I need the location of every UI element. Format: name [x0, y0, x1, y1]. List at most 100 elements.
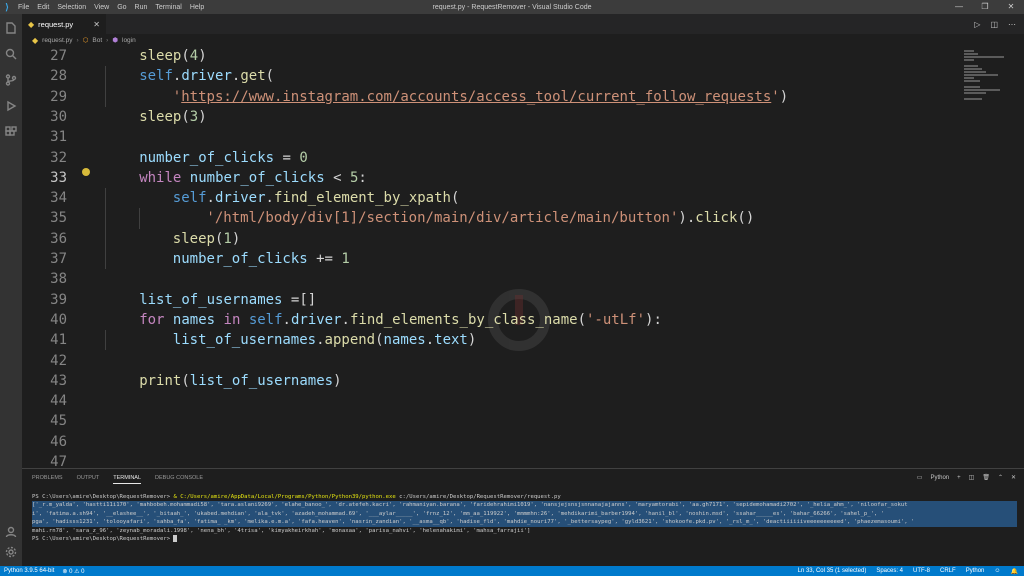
code-text: list_of_usernames =[]	[139, 291, 317, 308]
python-interpreter[interactable]: Python 3.9.5 64-bit	[4, 568, 54, 575]
menu-go[interactable]: Go	[117, 4, 126, 11]
more-actions-icon[interactable]: ⋯	[1008, 20, 1016, 29]
line-number: 29	[50, 88, 67, 105]
code-line[interactable]: 29 'https://www.instagram.com/accounts/ac…	[22, 87, 954, 107]
code-line[interactable]: 32 number_of_clicks = 0	[22, 148, 954, 168]
code-line[interactable]: 36 sleep(1)	[22, 229, 954, 249]
code-line[interactable]: 35 '/html/body/div[1]/section/main/div/ar…	[22, 208, 954, 228]
tab-problems[interactable]: PROBLEMS	[32, 475, 63, 484]
tab-request-py[interactable]: ◆ request.py ✕	[22, 14, 106, 34]
search-icon[interactable]	[3, 46, 19, 62]
terminal-output[interactable]: PS C:\Users\amire\Desktop\RequestRemover…	[32, 493, 1017, 543]
chevron-up-icon[interactable]: ⌃	[998, 474, 1003, 481]
settings-gear-icon[interactable]	[3, 544, 19, 560]
tab-close-icon[interactable]: ✕	[93, 20, 100, 29]
breadcrumb-class[interactable]: Bot	[92, 37, 102, 44]
python-file-icon: ◆	[32, 35, 39, 45]
code-line[interactable]: 38	[22, 269, 954, 289]
split-terminal-icon[interactable]: ◫	[969, 474, 975, 481]
code-line[interactable]: 44	[22, 391, 954, 411]
line-number: 32	[50, 149, 67, 166]
code-line[interactable]: 31	[22, 127, 954, 147]
vscode-logo-icon: ⟩	[5, 1, 9, 12]
menu-help[interactable]: Help	[190, 4, 204, 11]
line-number: 40	[50, 311, 67, 328]
code-editor[interactable]: 27 sleep(4) 28 self.driver.get(29 'https://w…	[22, 46, 954, 468]
code-line[interactable]: 27 sleep(4)	[22, 46, 954, 66]
close-window-button[interactable]: ✕	[998, 0, 1024, 14]
problems-count[interactable]: ⊗ 0 ⚠ 0	[62, 568, 84, 575]
breadcrumb-file[interactable]: request.py	[42, 37, 72, 44]
code-line[interactable]: 47	[22, 452, 954, 468]
tab-terminal[interactable]: TERMINAL	[113, 475, 142, 484]
code-line[interactable]: 43 print(list_of_usernames)	[22, 371, 954, 391]
tab-output[interactable]: OUTPUT	[77, 475, 100, 484]
code-line[interactable]: 28 self.driver.get(	[22, 66, 954, 86]
indent-guide	[105, 330, 106, 351]
line-ending[interactable]: CRLF	[940, 568, 956, 575]
minimap[interactable]	[954, 46, 1024, 468]
terminal-output-line: i', 'fatima.a.sh94', '__elashee__', '_bi…	[32, 509, 1017, 519]
terminal-shell-label[interactable]: Python	[930, 475, 949, 481]
code-text: number_of_clicks += 1	[172, 251, 350, 267]
line-number: 37	[50, 251, 67, 267]
split-editor-icon[interactable]: ◫	[990, 20, 998, 29]
line-number: 47	[50, 454, 67, 468]
line-number: 45	[50, 413, 67, 430]
bottom-panel: PROBLEMS OUTPUT TERMINAL DEBUG CONSOLE ▭…	[22, 468, 1024, 564]
line-number: 46	[50, 433, 67, 450]
language-mode[interactable]: Python	[966, 568, 985, 575]
maximize-button[interactable]: ❐	[972, 0, 998, 14]
code-line[interactable]: 33 while number_of_clicks < 5:	[22, 168, 954, 188]
run-debug-icon[interactable]	[3, 98, 19, 114]
code-line[interactable]: 30 sleep(3)	[22, 107, 954, 127]
menu-file[interactable]: File	[18, 4, 29, 11]
extensions-icon[interactable]	[3, 124, 19, 140]
code-line[interactable]: 37 number_of_clicks += 1	[22, 249, 954, 269]
line-number: 44	[50, 393, 67, 410]
menu-terminal[interactable]: Terminal	[155, 4, 181, 11]
account-icon[interactable]	[3, 524, 19, 540]
minimize-button[interactable]: —	[946, 0, 972, 14]
line-number: 28	[50, 68, 67, 85]
minimap-line	[964, 65, 978, 67]
code-line[interactable]: 46	[22, 432, 954, 452]
minimap-line	[964, 50, 974, 52]
minimap-line	[964, 71, 986, 73]
code-line[interactable]: 39 list_of_usernames =[]	[22, 290, 954, 310]
line-number: 39	[50, 291, 67, 308]
code-text: sleep(4)	[139, 48, 207, 64]
code-line[interactable]: 42	[22, 351, 954, 371]
menu-selection[interactable]: Selection	[57, 4, 86, 11]
tab-debug-console[interactable]: DEBUG CONSOLE	[155, 475, 203, 484]
menu-edit[interactable]: Edit	[37, 4, 49, 11]
code-line[interactable]: 40 for names in self.driver.find_elements…	[22, 310, 954, 330]
terminal-output-line: mahi.rn78', 'sara_z_96', 'zeynab_moradal…	[32, 527, 531, 534]
terminal-output-line: ['_r.m_yalda', 'hastti11i170', 'mahbobeh…	[32, 501, 1017, 510]
indentation[interactable]: Spaces: 4	[876, 568, 903, 575]
activity-bar	[0, 14, 22, 566]
code-line[interactable]: 45	[22, 411, 954, 431]
close-panel-icon[interactable]: ✕	[1011, 474, 1016, 481]
breadcrumb-method[interactable]: login	[122, 37, 136, 44]
encoding[interactable]: UTF-8	[913, 568, 930, 575]
code-text: self.driver.find_element_by_xpath(	[172, 190, 460, 207]
code-line[interactable]: 41 list_of_usernames.append(names.text)	[22, 330, 954, 350]
run-file-icon[interactable]: ▷	[974, 20, 980, 29]
cursor-position[interactable]: Ln 33, Col 35 (1 selected)	[798, 568, 867, 575]
menu-view[interactable]: View	[94, 4, 109, 11]
breadcrumb: ◆ request.py › ⬡ Bot › ⬢ login	[22, 34, 1024, 46]
source-control-icon[interactable]	[3, 72, 19, 88]
minimap-line	[964, 68, 982, 70]
notifications-icon[interactable]: 🔔	[1011, 568, 1018, 575]
code-text: sleep(1)	[172, 230, 241, 247]
trash-icon[interactable]: 🗑	[982, 474, 990, 481]
add-terminal-icon[interactable]: +	[957, 475, 961, 481]
explorer-icon[interactable]	[3, 20, 19, 36]
menu-run[interactable]: Run	[135, 4, 148, 11]
python-file-icon: ◆	[28, 19, 35, 29]
indent-guide	[105, 66, 106, 107]
code-line[interactable]: 34 self.driver.find_element_by_xpath(	[22, 188, 954, 208]
feedback-icon[interactable]: ☺	[994, 568, 1000, 575]
minimap-line	[964, 56, 1004, 58]
